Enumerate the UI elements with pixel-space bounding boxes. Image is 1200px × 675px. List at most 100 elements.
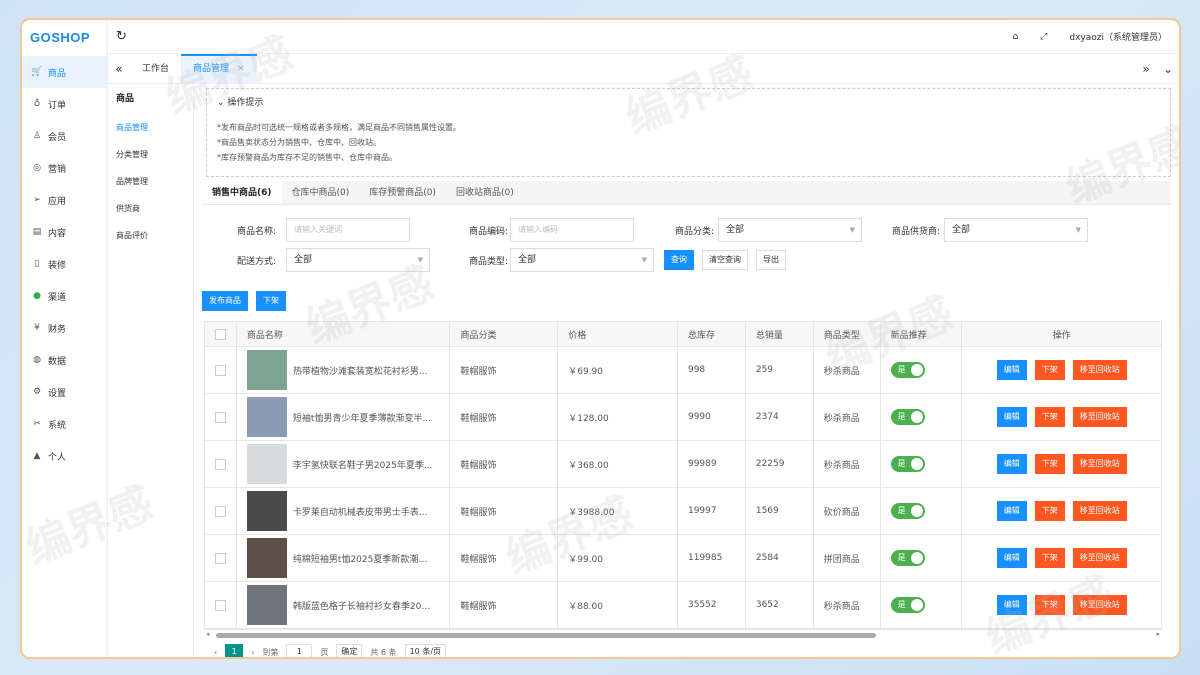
type-select[interactable]: 全部 ▼ [510,248,654,272]
move-to-recycle-button[interactable]: 移至回收站 [1072,501,1127,521]
chevron-down-icon[interactable]: ⌄ [1157,62,1179,76]
tag-icon[interactable]: ⌂ [1012,32,1018,42]
sidebar-item[interactable]: ◍ 数据 [22,344,107,376]
move-to-recycle-button[interactable]: 移至回收站 [1072,407,1127,427]
product-name[interactable]: 韩版蓝色格子长袖衬衫女春季202... [293,599,435,612]
scroll-left-icon[interactable]: ◂ [206,630,210,638]
product-thumbnail[interactable] [246,397,287,437]
tabs-scroll-left-icon[interactable]: « [108,62,130,76]
supplier-select[interactable]: 全部 ▼ [944,218,1088,242]
submenu-item[interactable]: 品牌管理 [108,168,193,195]
scroll-right-icon[interactable]: ▸ [1156,630,1160,638]
new-recommend-toggle[interactable]: 是 [890,597,925,613]
content-tab[interactable]: 销售中商品(6) [202,181,282,204]
move-to-recycle-button[interactable]: 移至回收站 [1072,360,1127,380]
sidebar-item[interactable]: ♁ 订单 [22,88,107,120]
sidebar-item[interactable]: ● 渠道 [22,280,107,312]
new-recommend-toggle[interactable]: 是 [890,409,925,425]
row-checkbox[interactable] [214,552,226,564]
edit-button[interactable]: 编辑 [996,454,1027,474]
offshelf-button[interactable]: 下架 [256,291,286,311]
tips-header[interactable]: ⌄ 操作提示 [217,95,1160,108]
offshelf-row-button[interactable]: 下架 [1034,595,1065,615]
user-menu[interactable]: dxyaozi（系统管理员） [1069,30,1167,43]
product-thumbnail[interactable] [246,585,287,625]
clear-button[interactable]: 清空查询 [702,250,748,270]
edit-button[interactable]: 编辑 [996,360,1027,380]
row-checkbox[interactable] [214,411,226,423]
sidebar-item[interactable]: ◎ 营销 [22,152,107,184]
refresh-icon[interactable]: ↻ [116,29,127,44]
filter-form: 商品名称: 请输入关键词 商品编码: 请输入编码 商品分类: 全部 ▼ 商品供货商… [202,205,1171,275]
confirm-button[interactable]: 确定 [336,644,363,657]
close-icon[interactable]: × [237,64,245,74]
sidebar-item[interactable]: ➢ 应用 [22,184,107,216]
product-name[interactable]: 李宇氢快联名鞋子男2025年夏季... [293,458,433,471]
new-recommend-toggle[interactable]: 是 [890,362,925,378]
sidebar-item[interactable]: ⚙ 设置 [22,376,107,408]
move-to-recycle-button[interactable]: 移至回收站 [1072,454,1127,474]
submenu-item[interactable]: 分类管理 [108,141,193,168]
scrollbar-thumb[interactable] [216,633,876,638]
content-tab[interactable]: 回收站商品(0) [446,181,524,204]
edit-button[interactable]: 编辑 [996,407,1027,427]
offshelf-row-button[interactable]: 下架 [1034,501,1065,521]
product-thumbnail[interactable] [246,491,287,531]
row-checkbox[interactable] [214,364,226,376]
move-to-recycle-button[interactable]: 移至回收站 [1072,548,1127,568]
category-select[interactable]: 全部 ▼ [718,218,862,242]
delivery-select[interactable]: 全部 ▼ [286,248,430,272]
product-name[interactable]: 热带植物沙滩套装宽松花衬衫男... [293,364,428,377]
page-size-select[interactable]: 10 条/页 [404,644,447,657]
product-thumbnail[interactable] [246,444,287,484]
tabs-scroll-right-icon[interactable]: » [1135,62,1157,76]
search-button[interactable]: 查询 [664,250,694,270]
row-checkbox[interactable] [214,505,226,517]
offshelf-row-button[interactable]: 下架 [1034,360,1065,380]
product-name[interactable]: 短袖t恤男青少年夏季薄款渐变半... [293,411,431,424]
prev-page-icon[interactable]: ‹ [214,648,217,657]
actions-cell: 编辑 下架 移至回收站 [962,441,1161,487]
select-all-checkbox[interactable] [214,328,226,340]
next-page-icon[interactable]: › [251,648,254,657]
sidebar-item[interactable]: ¥ 财务 [22,312,107,344]
tab-product-management[interactable]: 商品管理 × [181,53,257,84]
horizontal-scrollbar[interactable]: ◂ ▸ [204,630,1162,640]
edit-button[interactable]: 编辑 [996,548,1027,568]
submenu-title: 商品 [116,94,135,104]
sidebar-item[interactable]: ▤ 内容 [22,216,107,248]
submenu-item[interactable]: 供货商 [108,195,193,222]
content-tab[interactable]: 库存预警商品(0) [359,181,446,204]
offshelf-row-button[interactable]: 下架 [1034,407,1065,427]
edit-button[interactable]: 编辑 [996,501,1027,521]
sidebar-item[interactable]: ▲ 个人 [22,440,107,472]
product-thumbnail[interactable] [246,538,287,578]
publish-button[interactable]: 发布商品 [202,291,248,311]
edit-button[interactable]: 编辑 [996,595,1027,615]
new-recommend-toggle[interactable]: 是 [890,503,925,519]
submenu-item[interactable]: 商品评价 [108,222,193,249]
content-tab[interactable]: 仓库中商品(0) [282,181,360,204]
tab-workbench[interactable]: 工作台 [130,54,181,84]
offshelf-row-button[interactable]: 下架 [1034,548,1065,568]
new-recommend-toggle[interactable]: 是 [890,550,925,566]
row-checkbox[interactable] [214,458,226,470]
sidebar-item[interactable]: 🛒 商品 [22,56,107,88]
page-input[interactable]: 1 [286,644,313,657]
row-checkbox[interactable] [214,599,226,611]
product-name[interactable]: 卡罗莱自动机械表皮带男士手表... [293,505,428,518]
page-number[interactable]: 1 [225,644,244,657]
fullscreen-icon[interactable]: ⤢ [1040,32,1047,42]
code-input[interactable]: 请输入编码 [510,218,634,242]
product-thumbnail[interactable] [246,350,287,390]
offshelf-row-button[interactable]: 下架 [1034,454,1065,474]
move-to-recycle-button[interactable]: 移至回收站 [1072,595,1127,615]
submenu-item[interactable]: 商品管理 [108,114,193,141]
export-button[interactable]: 导出 [756,250,786,270]
new-recommend-toggle[interactable]: 是 [890,456,925,472]
sidebar-item[interactable]: ✂ 系统 [22,408,107,440]
sidebar-item[interactable]: ♙ 会员 [22,120,107,152]
name-input[interactable]: 请输入关键词 [286,218,410,242]
sidebar-item[interactable]: ▯ 装修 [22,248,107,280]
product-name[interactable]: 纯棉短袖男t恤2025夏季新款潮流... [293,552,435,565]
